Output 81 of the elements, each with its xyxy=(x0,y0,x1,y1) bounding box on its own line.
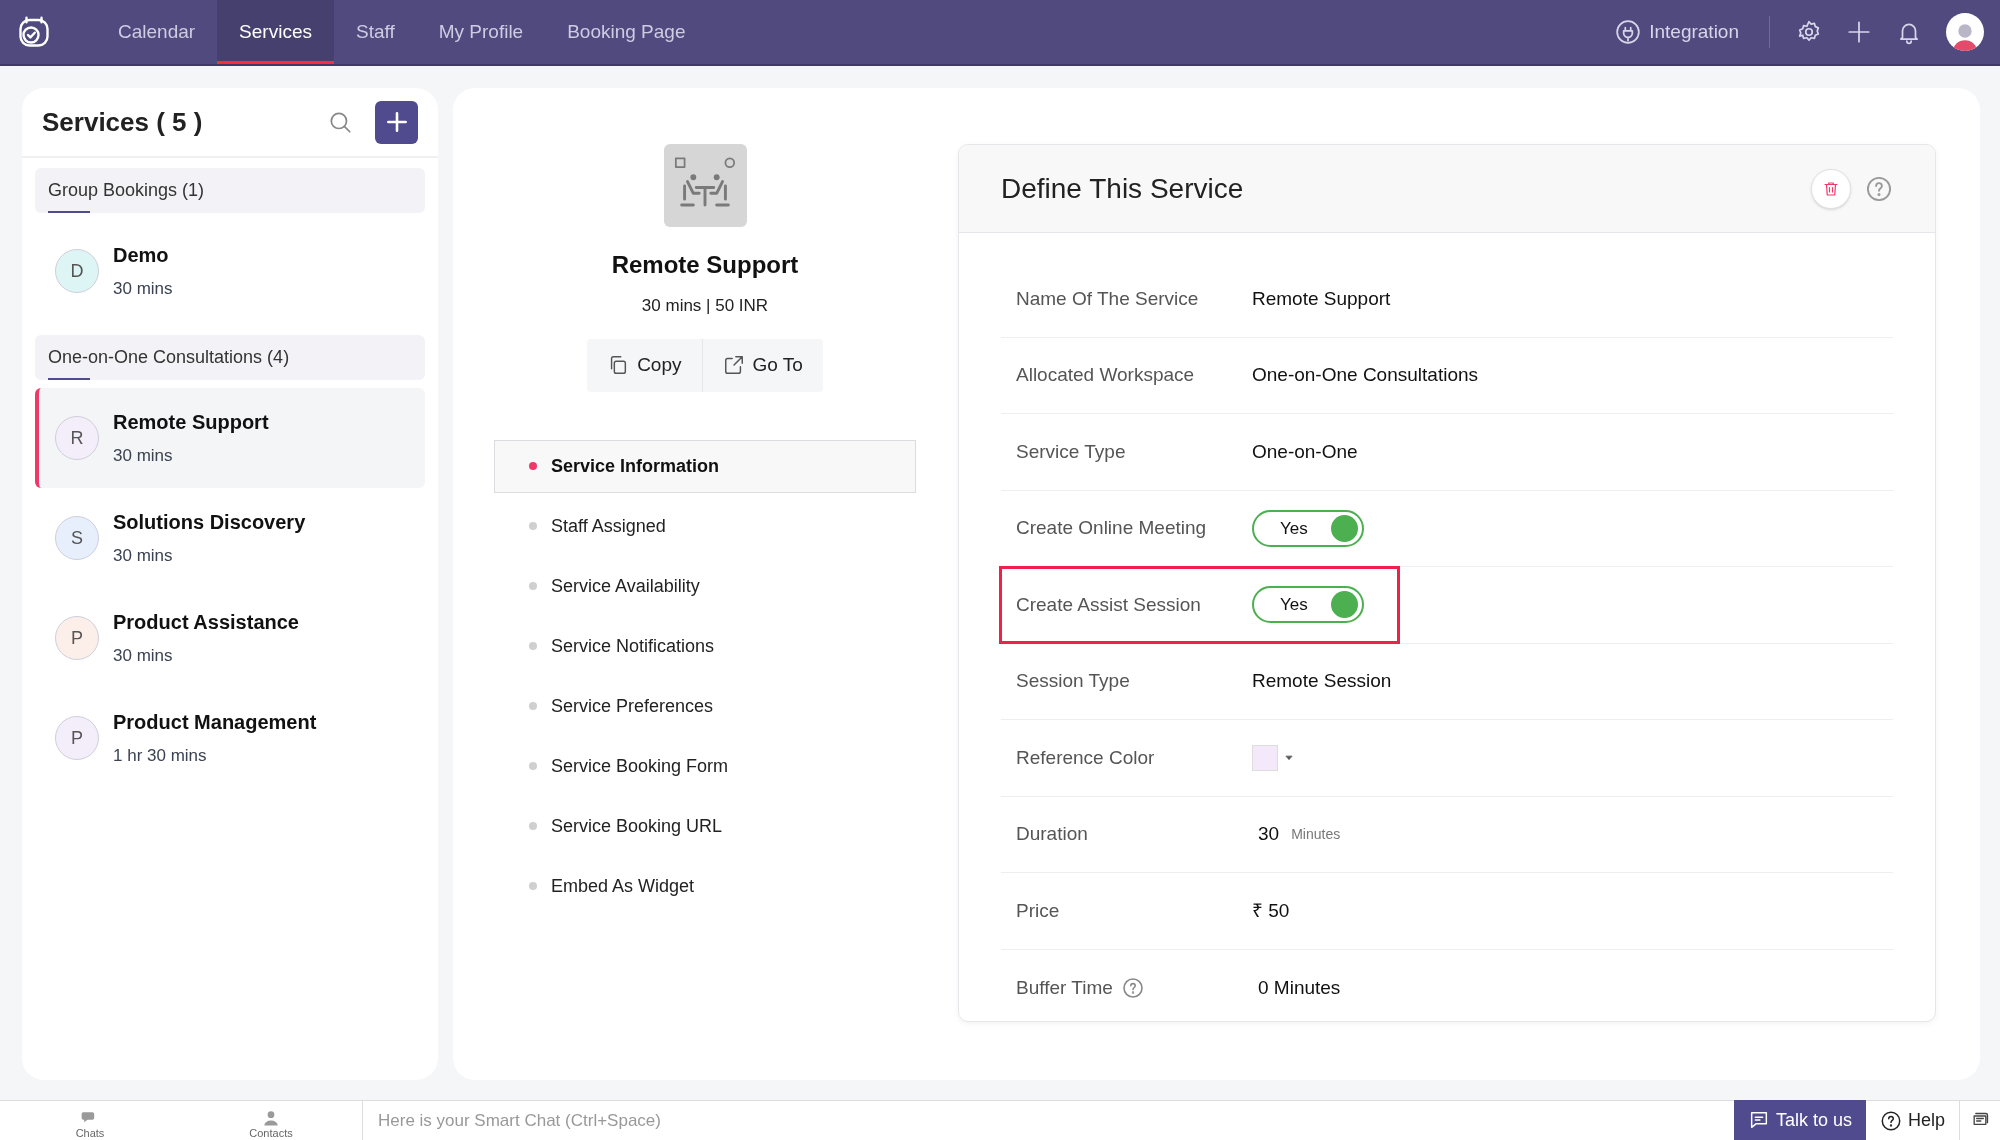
section-menu-item[interactable]: Staff Assigned xyxy=(494,499,916,553)
section-menu-item[interactable]: Service Preferences xyxy=(494,679,916,733)
avatar-initial: S xyxy=(55,516,99,560)
field-value: One-on-One Consultations xyxy=(1252,363,1478,387)
field-label: Price xyxy=(1016,898,1060,923)
service-item[interactable]: S Solutions Discovery 30 mins xyxy=(35,488,425,588)
section-menu-item[interactable]: Service Booking URL xyxy=(494,799,916,853)
add-service-button[interactable] xyxy=(375,100,418,144)
service-name: Demo xyxy=(113,243,170,269)
service-name: Product Assistance xyxy=(113,610,299,636)
service-summary: 30 mins | 50 INR xyxy=(641,295,769,317)
service-item[interactable]: R Remote Support 30 mins xyxy=(35,388,425,488)
nav-tab[interactable]: Staff xyxy=(333,0,417,64)
trash-icon xyxy=(1822,179,1840,198)
color-picker[interactable] xyxy=(1252,744,1294,771)
duration-unit: Minutes xyxy=(1291,824,1341,844)
yes-toggle[interactable]: Yes xyxy=(1252,586,1364,624)
smart-chat-field[interactable]: Here is your Smart Chat (Ctrl+Space) xyxy=(362,1100,1734,1140)
duration-value: 30 xyxy=(1258,822,1280,846)
field-label: Reference Color xyxy=(1016,745,1155,770)
field-label: Session Type xyxy=(1016,669,1130,693)
calendar-check-logo-icon xyxy=(16,14,52,50)
avatar-initial: R xyxy=(55,416,99,460)
avatar-initial: P xyxy=(55,716,99,760)
group-label: Group Bookings (1) xyxy=(48,179,206,202)
field-label: Buffer Time xyxy=(1016,975,1113,1000)
service-item[interactable]: P Product Assistance 30 mins xyxy=(35,588,425,688)
field-value: Remote Session xyxy=(1252,669,1392,693)
external-link-icon xyxy=(722,354,745,376)
field-label: Name Of The Service xyxy=(1016,286,1199,311)
field-label: Create Assist Session xyxy=(1016,592,1201,617)
service-duration: 30 mins xyxy=(113,445,174,468)
nav-tab[interactable]: Services xyxy=(217,0,334,64)
service-duration: 1 hr 30 mins xyxy=(113,745,208,768)
field-value: 0 Minutes xyxy=(1258,975,1341,1000)
plus-button[interactable] xyxy=(1846,19,1872,45)
plug-icon xyxy=(1615,19,1642,45)
delete-button[interactable] xyxy=(1811,168,1851,209)
yes-toggle[interactable]: Yes xyxy=(1252,509,1364,547)
group-label: One-on-One Consultations (4) xyxy=(48,346,291,369)
panel-title: Services ( 5 ) xyxy=(42,105,204,139)
field-value: ₹ 50 xyxy=(1252,898,1290,923)
help-icon xyxy=(1120,975,1145,1000)
service-item[interactable]: D Demo 30 mins xyxy=(35,221,425,321)
field-value: One-on-One xyxy=(1252,439,1358,464)
details-title: Define This Service xyxy=(1001,171,1245,206)
section-menu-item[interactable]: Embed As Widget xyxy=(494,859,916,913)
field-value: Remote Support xyxy=(1252,286,1391,311)
integration-button[interactable]: Integration xyxy=(1615,0,1769,64)
section-menu-item[interactable]: Service Notifications xyxy=(494,619,916,673)
service-duration: 30 mins xyxy=(113,545,174,568)
field-label: Service Type xyxy=(1016,439,1126,464)
action-button[interactable]: Go To xyxy=(701,338,823,392)
field-label: Allocated Workspace xyxy=(1016,363,1195,387)
service-title: Remote Support xyxy=(611,250,799,280)
service-name: Product Management xyxy=(113,710,317,736)
field-label: Duration xyxy=(1016,822,1088,846)
field-label: Create Online Meeting xyxy=(1016,516,1207,540)
avatar-initial: P xyxy=(55,616,99,660)
avatar-initial: D xyxy=(55,249,99,293)
nav-tab[interactable]: My Profile xyxy=(416,0,546,64)
person-icon xyxy=(261,1108,281,1128)
service-name: Solutions Discovery xyxy=(113,510,306,536)
talk-to-us-button[interactable]: Talk to us xyxy=(1733,1100,1866,1140)
user-avatar[interactable] xyxy=(1946,13,1984,51)
section-menu-item[interactable]: Service Information xyxy=(494,439,916,493)
service-duration: 30 mins xyxy=(113,645,174,668)
nav-tab[interactable]: Calendar xyxy=(96,0,218,64)
section-menu-item[interactable]: Service Booking Form xyxy=(494,739,916,793)
contacts-tab[interactable]: Contacts xyxy=(180,1100,362,1140)
service-duration: 30 mins xyxy=(113,278,173,301)
chats-tab[interactable]: Chats xyxy=(0,1100,180,1140)
help-button[interactable] xyxy=(1865,174,1893,203)
chat-widget-button[interactable] xyxy=(1960,1100,2000,1140)
nav-tab[interactable]: Booking Page xyxy=(545,0,708,64)
action-button[interactable]: Copy xyxy=(587,338,702,392)
service-name: Remote Support xyxy=(113,410,269,436)
service-item[interactable]: P Product Management 1 hr 30 mins xyxy=(35,688,425,788)
help-icon xyxy=(1879,1109,1902,1132)
help-link[interactable]: Help xyxy=(1865,1100,1960,1140)
section-menu-item[interactable]: Service Availability xyxy=(494,559,916,613)
